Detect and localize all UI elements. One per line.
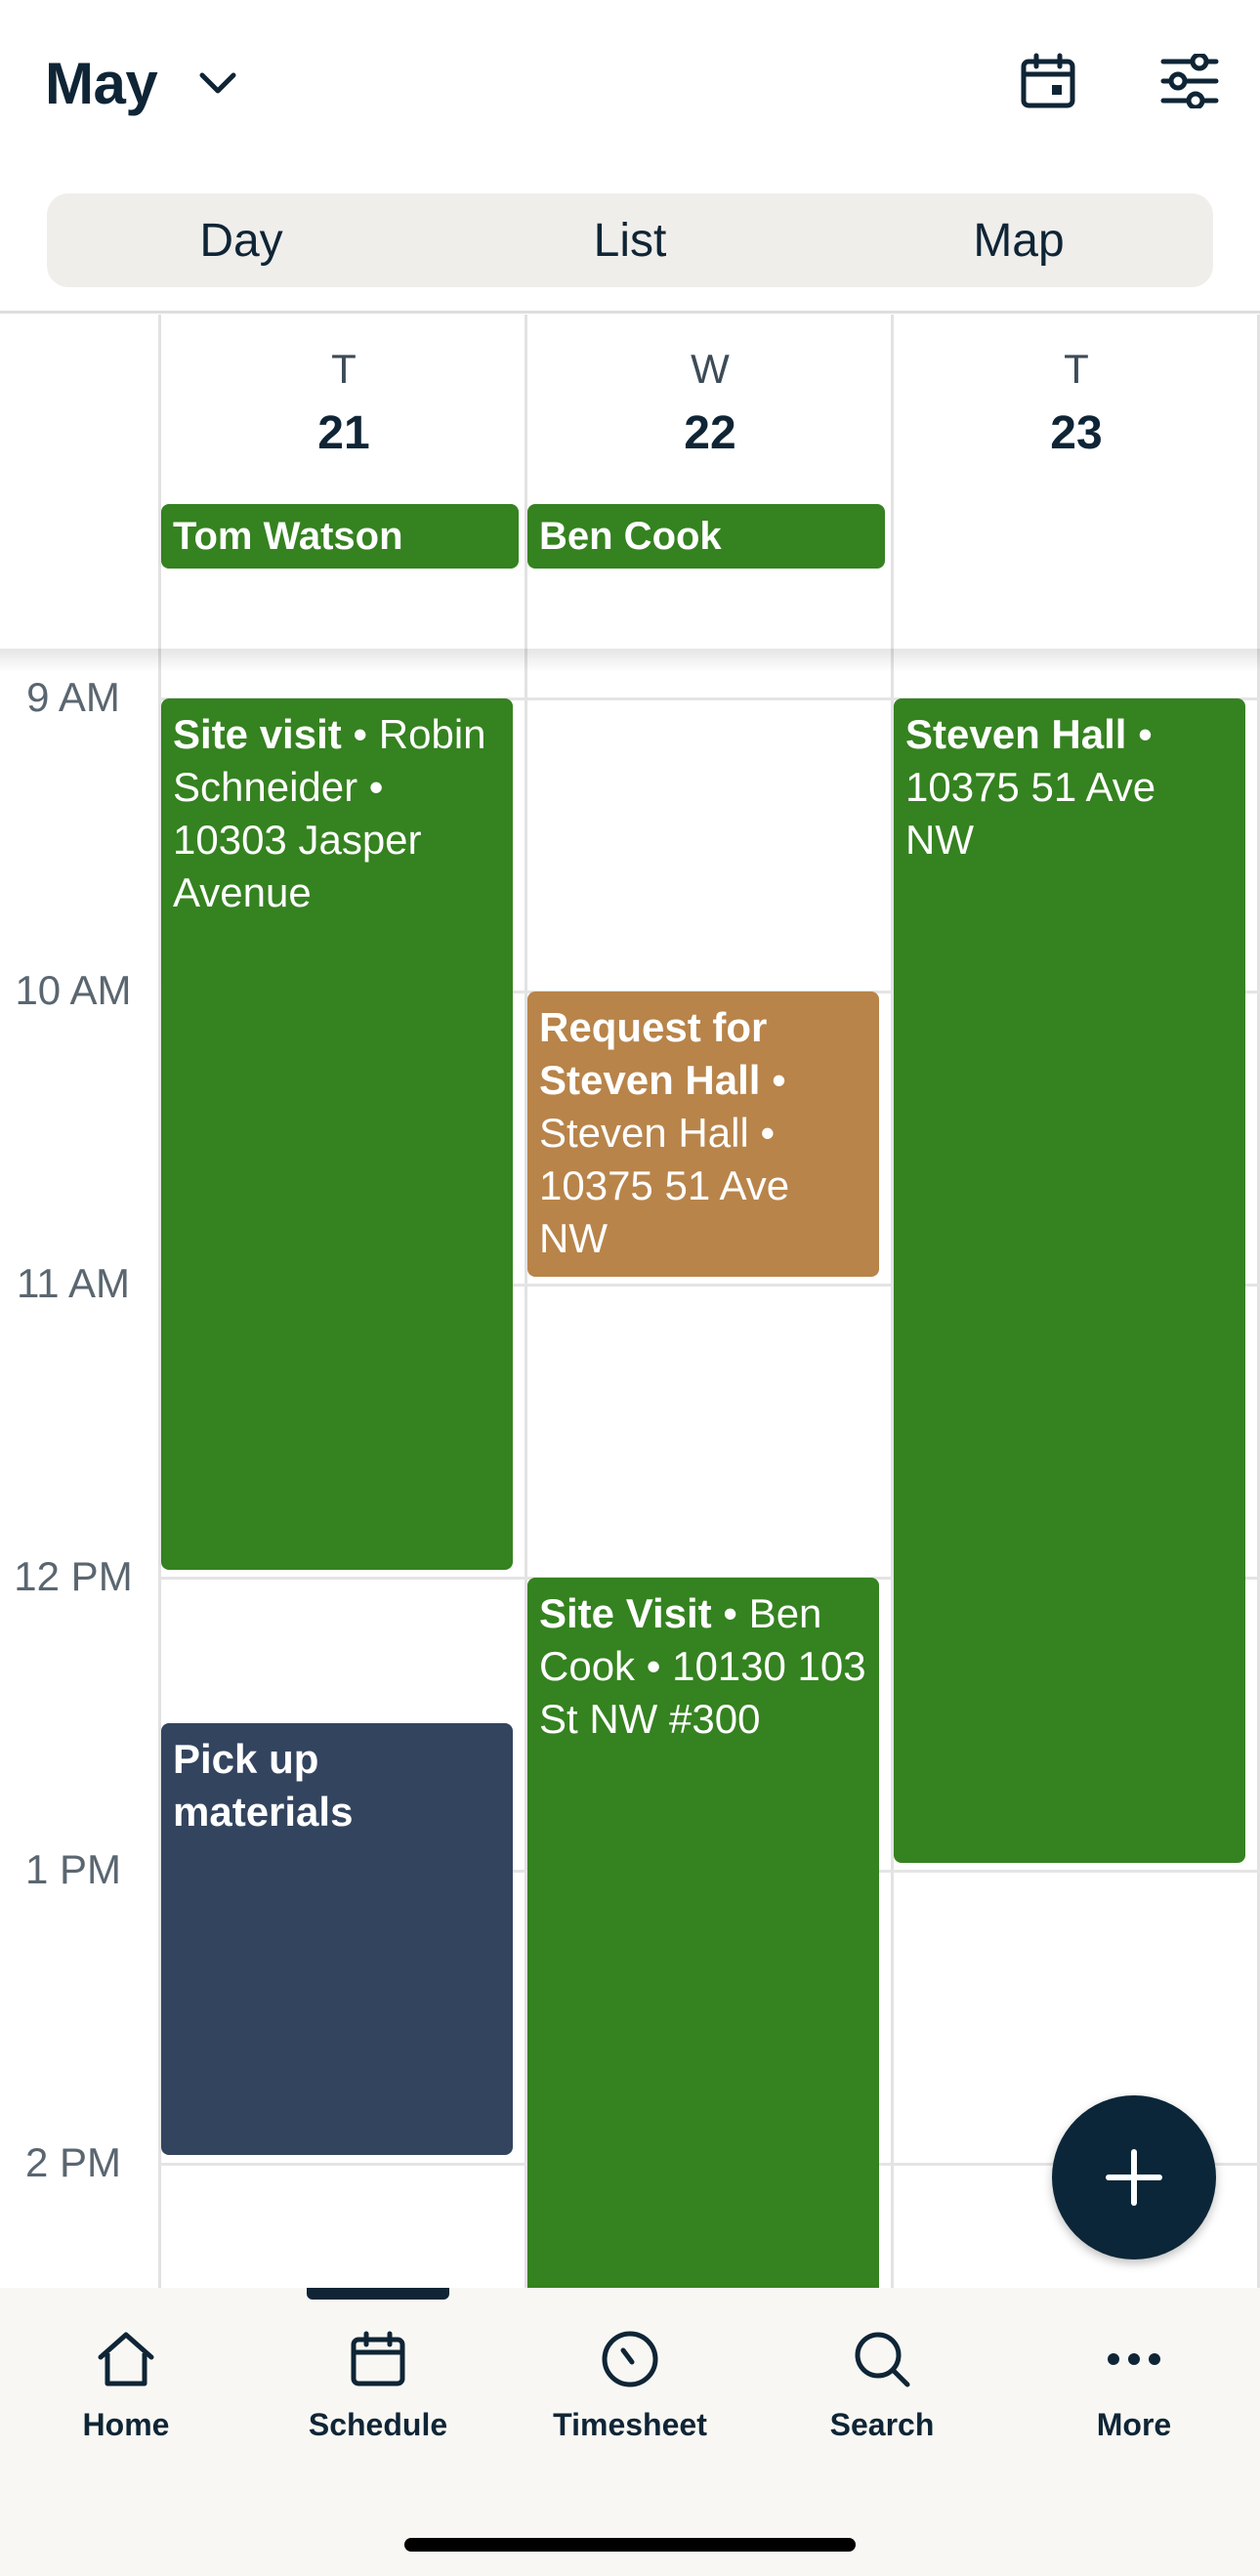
day-header-22[interactable]: W 22 — [527, 315, 893, 653]
month-selector[interactable]: May — [45, 39, 239, 127]
tab-map[interactable]: Map — [824, 193, 1213, 287]
more-icon — [1100, 2325, 1168, 2393]
time-label-1pm: 1 PM — [24, 1846, 122, 1892]
day-header-23[interactable]: T 23 — [894, 315, 1259, 653]
time-label-2pm: 2 PM — [24, 2139, 122, 2185]
search-icon — [848, 2325, 916, 2393]
time-label-12pm: 12 PM — [14, 1553, 133, 1599]
nav-search[interactable]: Search — [756, 2325, 1008, 2452]
clock-icon — [596, 2325, 664, 2393]
home-indicator — [404, 2538, 856, 2552]
tab-day[interactable]: Day — [47, 193, 436, 287]
all-day-divider — [0, 649, 1260, 672]
nav-label: More — [1096, 2407, 1172, 2442]
event-title: Steven Hall — [905, 711, 1127, 757]
header: May — [0, 0, 1260, 166]
nav-label: Schedule — [308, 2407, 448, 2442]
active-tab-indicator — [307, 2288, 449, 2300]
time-label-9am: 9 AM — [26, 674, 120, 720]
nav-label: Timesheet — [553, 2407, 707, 2442]
add-button[interactable] — [1052, 2095, 1216, 2259]
event-site-visit-robin-schneider[interactable]: Site visit • Robin Schneider • 10303 Jas… — [161, 698, 513, 1570]
event-title: Site Visit — [539, 1590, 712, 1636]
assignee-bar-tom-watson[interactable]: Tom Watson — [161, 504, 519, 569]
event-title: Request for Steven Hall — [539, 1004, 768, 1103]
event-site-visit-ben-cook[interactable]: Site Visit • Ben Cook • 10130 103 St NW … — [527, 1578, 879, 2301]
assignee-bar-ben-cook[interactable]: Ben Cook — [527, 504, 885, 569]
calendar-icon — [344, 2325, 412, 2393]
header-divider — [0, 311, 1260, 314]
view-switcher: Day List Map — [47, 193, 1213, 287]
time-label-10am: 10 AM — [15, 967, 132, 1013]
day-letter: W — [691, 346, 730, 392]
day-number: 21 — [317, 407, 370, 459]
event-request-steven-hall[interactable]: Request for Steven Hall • Steven Hall • … — [527, 992, 879, 1277]
day-number: 22 — [684, 407, 736, 459]
nav-schedule[interactable]: Schedule — [252, 2325, 504, 2452]
time-label-11am: 11 AM — [17, 1260, 130, 1306]
home-icon — [92, 2325, 160, 2393]
month-label: May — [45, 50, 158, 116]
nav-label: Home — [82, 2407, 170, 2442]
event-pick-up-materials[interactable]: Pick up materials — [161, 1723, 513, 2155]
event-title: Site visit — [173, 711, 342, 757]
nav-more[interactable]: More — [1008, 2325, 1260, 2452]
plus-icon — [1106, 2149, 1162, 2206]
day-letter: T — [1064, 346, 1089, 392]
day-header-21[interactable]: T 21 — [161, 315, 526, 653]
schedule-screen: May Day List Map T 21 W 22 T 23 Tom Wats… — [0, 0, 1260, 2576]
day-number: 23 — [1050, 407, 1103, 459]
nav-home[interactable]: Home — [0, 2325, 252, 2452]
tab-list[interactable]: List — [436, 193, 824, 287]
event-title: Pick up materials — [173, 1736, 354, 1835]
chevron-down-icon — [196, 62, 239, 105]
event-steven-hall[interactable]: Steven Hall • 10375 51 Ave NW — [894, 698, 1245, 1863]
nav-label: Search — [829, 2407, 935, 2442]
nav-timesheet[interactable]: Timesheet — [504, 2325, 756, 2452]
sliders-icon[interactable] — [1155, 47, 1224, 115]
day-letter: T — [331, 346, 357, 392]
calendar-icon[interactable] — [1014, 47, 1082, 115]
